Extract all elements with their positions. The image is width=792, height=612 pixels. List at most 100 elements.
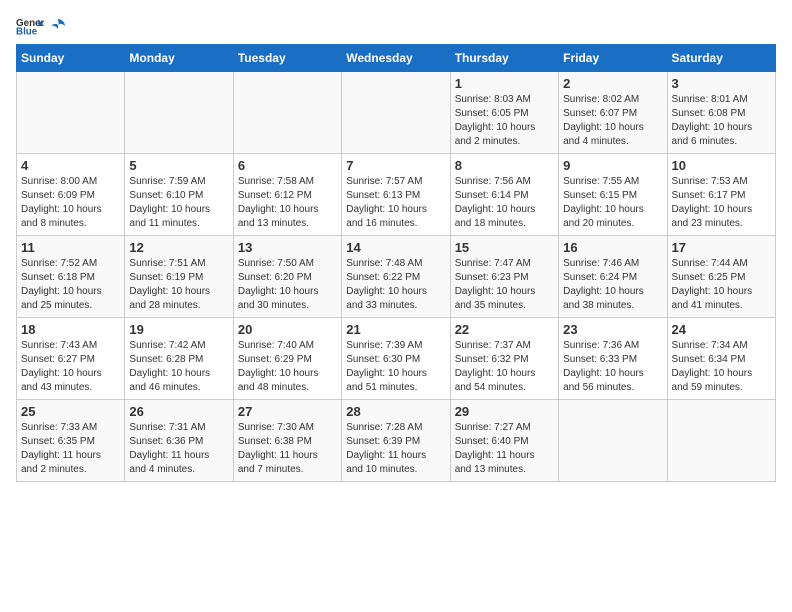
weekday-header-friday: Friday — [559, 45, 667, 72]
weekday-header-saturday: Saturday — [667, 45, 775, 72]
day-info: Sunrise: 7:57 AM Sunset: 6:13 PM Dayligh… — [346, 175, 445, 231]
day-info: Sunrise: 7:50 AM Sunset: 6:20 PM Dayligh… — [238, 257, 337, 313]
calendar-cell: 29 Sunrise: 7:27 AM Sunset: 6:40 PM Dayli… — [450, 400, 558, 482]
calendar-cell: 22 Sunrise: 7:37 AM Sunset: 6:32 PM Dayli… — [450, 318, 558, 400]
day-number: 14 — [346, 240, 445, 255]
calendar-cell: 21 Sunrise: 7:39 AM Sunset: 6:30 PM Dayli… — [342, 318, 450, 400]
day-info: Sunrise: 7:58 AM Sunset: 6:12 PM Dayligh… — [238, 175, 337, 231]
day-number: 10 — [672, 158, 771, 173]
calendar-cell: 5 Sunrise: 7:59 AM Sunset: 6:10 PM Daylig… — [125, 154, 233, 236]
calendar-cell: 4 Sunrise: 8:00 AM Sunset: 6:09 PM Daylig… — [17, 154, 125, 236]
svg-text:Blue: Blue — [16, 26, 38, 36]
calendar-cell: 6 Sunrise: 7:58 AM Sunset: 6:12 PM Daylig… — [233, 154, 341, 236]
day-info: Sunrise: 7:27 AM Sunset: 6:40 PM Dayligh… — [455, 421, 554, 477]
day-info: Sunrise: 7:40 AM Sunset: 6:29 PM Dayligh… — [238, 339, 337, 395]
calendar-cell: 15 Sunrise: 7:47 AM Sunset: 6:23 PM Dayli… — [450, 236, 558, 318]
day-info: Sunrise: 7:56 AM Sunset: 6:14 PM Dayligh… — [455, 175, 554, 231]
day-info: Sunrise: 7:55 AM Sunset: 6:15 PM Dayligh… — [563, 175, 662, 231]
calendar-cell: 1 Sunrise: 8:03 AM Sunset: 6:05 PM Daylig… — [450, 72, 558, 154]
calendar-cell: 23 Sunrise: 7:36 AM Sunset: 6:33 PM Dayli… — [559, 318, 667, 400]
calendar-cell: 11 Sunrise: 7:52 AM Sunset: 6:18 PM Dayli… — [17, 236, 125, 318]
calendar-cell: 16 Sunrise: 7:46 AM Sunset: 6:24 PM Dayli… — [559, 236, 667, 318]
day-number: 19 — [129, 322, 228, 337]
calendar-cell: 3Sunrise: 8:01 AM Sunset: 6:08 PM Daylig… — [667, 72, 775, 154]
day-number: 22 — [455, 322, 554, 337]
day-info: Sunrise: 7:36 AM Sunset: 6:33 PM Dayligh… — [563, 339, 662, 395]
calendar-cell: 8Sunrise: 7:56 AM Sunset: 6:14 PM Daylig… — [450, 154, 558, 236]
day-info: Sunrise: 7:33 AM Sunset: 6:35 PM Dayligh… — [21, 421, 120, 477]
day-number: 25 — [21, 404, 120, 419]
calendar-table: SundayMondayTuesdayWednesdayThursdayFrid… — [16, 44, 776, 482]
weekday-header-row: SundayMondayTuesdayWednesdayThursdayFrid… — [17, 45, 776, 72]
calendar-cell — [342, 72, 450, 154]
calendar-cell — [233, 72, 341, 154]
calendar-cell — [125, 72, 233, 154]
logo: General Blue — [16, 16, 68, 36]
calendar-cell — [559, 400, 667, 482]
day-info: Sunrise: 8:00 AM Sunset: 6:09 PM Dayligh… — [21, 175, 120, 231]
logo-bird-icon — [49, 17, 67, 35]
day-info: Sunrise: 7:59 AM Sunset: 6:10 PM Dayligh… — [129, 175, 228, 231]
day-number: 15 — [455, 240, 554, 255]
day-number: 28 — [346, 404, 445, 419]
day-number: 3 — [672, 76, 771, 91]
header: General Blue — [16, 16, 776, 36]
calendar-cell: 19 Sunrise: 7:42 AM Sunset: 6:28 PM Dayli… — [125, 318, 233, 400]
day-info: Sunrise: 7:46 AM Sunset: 6:24 PM Dayligh… — [563, 257, 662, 313]
day-info: Sunrise: 7:28 AM Sunset: 6:39 PM Dayligh… — [346, 421, 445, 477]
day-number: 23 — [563, 322, 662, 337]
day-number: 18 — [21, 322, 120, 337]
calendar-cell — [667, 400, 775, 482]
day-info: Sunrise: 7:37 AM Sunset: 6:32 PM Dayligh… — [455, 339, 554, 395]
day-number: 5 — [129, 158, 228, 173]
day-info: Sunrise: 7:39 AM Sunset: 6:30 PM Dayligh… — [346, 339, 445, 395]
calendar-cell — [17, 72, 125, 154]
day-number: 27 — [238, 404, 337, 419]
calendar-cell: 28 Sunrise: 7:28 AM Sunset: 6:39 PM Dayli… — [342, 400, 450, 482]
day-info: Sunrise: 8:02 AM Sunset: 6:07 PM Dayligh… — [563, 93, 662, 149]
day-number: 2 — [563, 76, 662, 91]
calendar-cell: 24 Sunrise: 7:34 AM Sunset: 6:34 PM Dayli… — [667, 318, 775, 400]
calendar-cell: 27 Sunrise: 7:30 AM Sunset: 6:38 PM Dayli… — [233, 400, 341, 482]
day-number: 7 — [346, 158, 445, 173]
day-info: Sunrise: 7:30 AM Sunset: 6:38 PM Dayligh… — [238, 421, 337, 477]
day-info: Sunrise: 7:52 AM Sunset: 6:18 PM Dayligh… — [21, 257, 120, 313]
day-info: Sunrise: 7:44 AM Sunset: 6:25 PM Dayligh… — [672, 257, 771, 313]
calendar-cell: 26 Sunrise: 7:31 AM Sunset: 6:36 PM Dayli… — [125, 400, 233, 482]
day-number: 12 — [129, 240, 228, 255]
day-info: Sunrise: 7:51 AM Sunset: 6:19 PM Dayligh… — [129, 257, 228, 313]
day-info: Sunrise: 7:34 AM Sunset: 6:34 PM Dayligh… — [672, 339, 771, 395]
calendar-cell: 25 Sunrise: 7:33 AM Sunset: 6:35 PM Dayli… — [17, 400, 125, 482]
weekday-header-monday: Monday — [125, 45, 233, 72]
day-number: 26 — [129, 404, 228, 419]
day-info: Sunrise: 7:47 AM Sunset: 6:23 PM Dayligh… — [455, 257, 554, 313]
calendar-cell: 12 Sunrise: 7:51 AM Sunset: 6:19 PM Dayli… — [125, 236, 233, 318]
day-info: Sunrise: 7:53 AM Sunset: 6:17 PM Dayligh… — [672, 175, 771, 231]
calendar-cell: 7 Sunrise: 7:57 AM Sunset: 6:13 PM Daylig… — [342, 154, 450, 236]
day-info: Sunrise: 7:42 AM Sunset: 6:28 PM Dayligh… — [129, 339, 228, 395]
calendar-cell: 17 Sunrise: 7:44 AM Sunset: 6:25 PM Dayli… — [667, 236, 775, 318]
weekday-header-thursday: Thursday — [450, 45, 558, 72]
weekday-header-sunday: Sunday — [17, 45, 125, 72]
day-number: 4 — [21, 158, 120, 173]
logo-icon: General Blue — [16, 16, 44, 36]
calendar-week-row: 11 Sunrise: 7:52 AM Sunset: 6:18 PM Dayli… — [17, 236, 776, 318]
day-info: Sunrise: 8:03 AM Sunset: 6:05 PM Dayligh… — [455, 93, 554, 149]
calendar-cell: 18Sunrise: 7:43 AM Sunset: 6:27 PM Dayli… — [17, 318, 125, 400]
calendar-week-row: 1 Sunrise: 8:03 AM Sunset: 6:05 PM Daylig… — [17, 72, 776, 154]
day-number: 11 — [21, 240, 120, 255]
day-number: 24 — [672, 322, 771, 337]
day-number: 16 — [563, 240, 662, 255]
calendar-cell: 9Sunrise: 7:55 AM Sunset: 6:15 PM Daylig… — [559, 154, 667, 236]
day-number: 6 — [238, 158, 337, 173]
calendar-cell: 10 Sunrise: 7:53 AM Sunset: 6:17 PM Dayli… — [667, 154, 775, 236]
day-number: 21 — [346, 322, 445, 337]
day-info: Sunrise: 7:48 AM Sunset: 6:22 PM Dayligh… — [346, 257, 445, 313]
day-number: 1 — [455, 76, 554, 91]
day-number: 29 — [455, 404, 554, 419]
weekday-header-wednesday: Wednesday — [342, 45, 450, 72]
day-number: 20 — [238, 322, 337, 337]
calendar-week-row: 25 Sunrise: 7:33 AM Sunset: 6:35 PM Dayli… — [17, 400, 776, 482]
day-info: Sunrise: 7:31 AM Sunset: 6:36 PM Dayligh… — [129, 421, 228, 477]
day-number: 17 — [672, 240, 771, 255]
